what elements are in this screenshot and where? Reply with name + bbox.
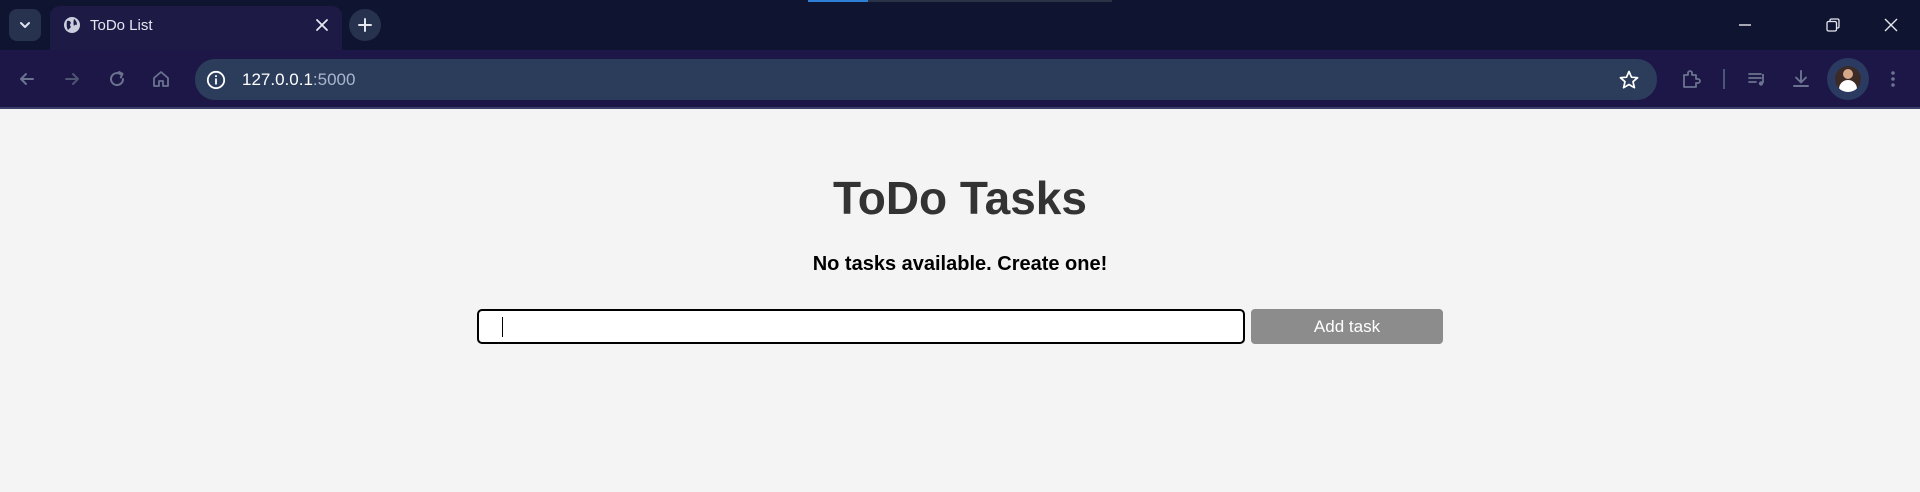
reload-button[interactable]	[103, 65, 131, 93]
back-arrow-icon	[20, 73, 34, 85]
loading-indicator	[808, 0, 868, 2]
empty-state-message: No tasks available. Create one!	[812, 253, 1108, 275]
restore-icon	[1826, 18, 1840, 32]
download-icon	[1793, 70, 1809, 87]
url-text[interactable]: 127.0.0.1:5000	[242, 70, 355, 90]
forward-button[interactable]	[58, 65, 86, 93]
reload-icon	[110, 71, 125, 87]
text-caret	[502, 317, 503, 337]
chevron-down-icon	[20, 22, 30, 28]
home-icon	[153, 71, 169, 87]
window-close-button[interactable]	[1862, 0, 1920, 50]
minimize-button[interactable]	[1716, 0, 1774, 50]
address-bar[interactable]: 127.0.0.1:5000	[195, 59, 1657, 100]
extensions-icon	[1683, 70, 1701, 88]
page-viewport: ToDo Tasks No tasks available. Create on…	[0, 109, 1920, 492]
bookmark-star-icon[interactable]	[1618, 69, 1640, 91]
back-button[interactable]	[13, 65, 41, 93]
plus-icon	[358, 18, 372, 32]
close-icon[interactable]	[314, 17, 330, 33]
browser-titlebar: ToDo List	[0, 0, 1920, 50]
url-port: :5000	[312, 70, 356, 89]
restore-button[interactable]	[1804, 0, 1862, 50]
url-host: 127.0.0.1	[242, 70, 313, 89]
tab-title: ToDo List	[90, 17, 153, 34]
downloads-button[interactable]	[1788, 66, 1814, 92]
loading-track	[868, 0, 1112, 2]
tab-search-button[interactable]	[9, 9, 41, 41]
avatar-image	[1835, 66, 1861, 92]
profile-avatar[interactable]	[1827, 58, 1869, 100]
globe-icon	[64, 17, 80, 33]
browser-menu-button[interactable]	[1880, 66, 1906, 92]
extensions-button[interactable]	[1678, 66, 1704, 92]
task-input[interactable]	[477, 309, 1245, 344]
browser-tab-active[interactable]: ToDo List	[50, 6, 342, 50]
home-button[interactable]	[147, 65, 175, 93]
window-close-icon	[1884, 18, 1898, 32]
minimize-icon	[1739, 24, 1751, 26]
site-info-icon[interactable]	[206, 70, 226, 90]
page-title: ToDo Tasks	[833, 172, 1087, 224]
menu-kebab-icon	[1891, 71, 1895, 87]
forward-arrow-icon	[65, 73, 79, 85]
new-tab-button[interactable]	[349, 9, 381, 41]
media-control-icon	[1748, 73, 1764, 86]
media-control-button[interactable]	[1744, 66, 1770, 92]
add-task-button[interactable]: Add task	[1251, 309, 1443, 344]
toolbar-divider	[1723, 69, 1725, 89]
